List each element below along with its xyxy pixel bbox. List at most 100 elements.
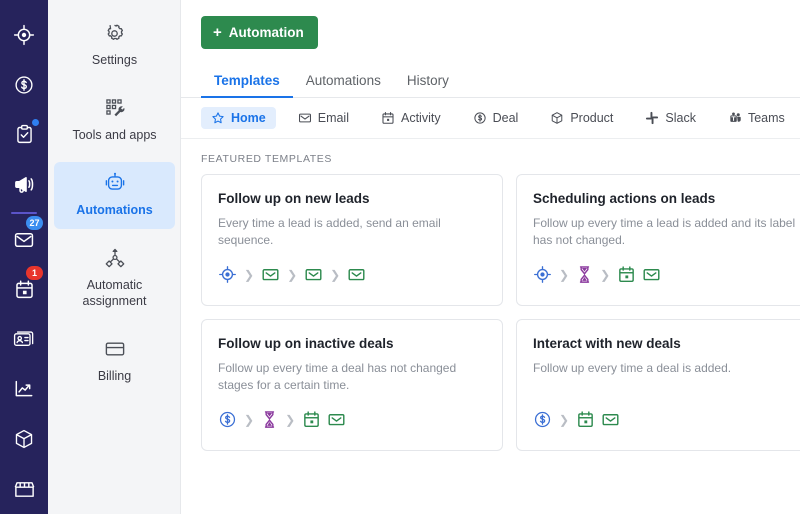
chip-label: Email [317, 111, 349, 125]
template-card-grid: Follow up on new leads Every time a lead… [181, 174, 800, 451]
calendar-small-icon [381, 111, 395, 125]
primary-nav-rail: 27 1 [0, 0, 48, 514]
card-title: Interact with new deals [533, 336, 681, 351]
sidebar-item-automations[interactable]: Automations [54, 162, 175, 229]
chevron-right-icon: ❯ [244, 412, 255, 427]
sidebar-item-automatic-assignment[interactable]: Automatic assignment [54, 237, 175, 320]
featured-templates-label: FEATURED TEMPLATES [201, 153, 332, 165]
card-title: Follow up on new leads [218, 191, 370, 206]
card-description: Follow up every time a lead is added and… [533, 216, 796, 247]
tab-automations[interactable]: Automations [293, 67, 394, 98]
chip-slack[interactable]: Slack [635, 107, 706, 129]
card-flow: ❯ ❯ [533, 265, 800, 284]
template-card[interactable]: Follow up on new leads Every time a lead… [201, 174, 503, 306]
sidebar-item-label: Tools and apps [72, 128, 157, 142]
rail-item-marketplace[interactable] [0, 464, 48, 514]
rail-item-target[interactable] [0, 10, 48, 60]
card-flow: ❯ [533, 410, 800, 429]
secondary-sidebar: Settings Tools and apps Automations Auto… [48, 0, 181, 514]
calendar-count-badge: 1 [26, 265, 43, 280]
card-flow: ❯ ❯ ❯ [218, 265, 486, 284]
chip-email[interactable]: Email [288, 107, 359, 129]
calendar-step-icon [617, 265, 636, 284]
chip-product[interactable]: Product [540, 107, 623, 129]
chip-label: Home [231, 111, 266, 125]
star-icon [211, 111, 225, 125]
rail-item-calendar[interactable]: 1 [0, 265, 48, 315]
sidebar-item-label: Settings [91, 53, 138, 67]
contact-card-icon [13, 328, 36, 351]
chip-label: Teams [747, 111, 785, 125]
card-description: Follow up every time a deal is added. [533, 361, 732, 375]
sidebar-item-settings[interactable]: Settings [54, 12, 175, 79]
sidebar-item-label: Automations [76, 203, 153, 217]
target-step-icon [218, 265, 237, 284]
category-filter-bar: Home Email Activity Deal Product Slack T… [181, 98, 800, 139]
app-root: 27 1 Settings Tools and apps Automations… [0, 0, 800, 514]
sidebar-item-tools-and-apps[interactable]: Tools and apps [54, 87, 175, 154]
chip-activity[interactable]: Activity [371, 107, 451, 129]
chevron-right-icon: ❯ [244, 267, 255, 282]
rail-item-products[interactable] [0, 414, 48, 464]
calendar-step-icon [302, 410, 321, 429]
rail-item-analytics[interactable] [0, 365, 48, 415]
rail-item-tasks[interactable] [0, 110, 48, 160]
chevron-right-icon: ❯ [287, 267, 298, 282]
mail-step-icon [261, 265, 280, 284]
tab-bar: Templates Automations History [181, 67, 800, 98]
hourglass-step-icon [576, 265, 593, 284]
dollar-step-icon [533, 410, 552, 429]
chevron-right-icon: ❯ [559, 412, 570, 427]
sidebar-item-label: Billing [97, 369, 132, 383]
rail-item-contacts[interactable] [0, 315, 48, 365]
teams-icon [728, 111, 742, 125]
calendar-icon [14, 279, 35, 300]
dollar-circle-icon [13, 74, 35, 96]
chip-label: Slack [665, 111, 696, 125]
rail-item-deals[interactable] [0, 60, 48, 110]
envelope-icon [298, 111, 312, 125]
template-card[interactable]: Scheduling actions on leads Follow up ev… [516, 174, 800, 306]
credit-card-icon [104, 337, 126, 361]
slack-icon [645, 111, 659, 125]
dollar-circle-small-icon [473, 111, 487, 125]
chevron-right-icon: ❯ [330, 267, 341, 282]
toolbar: + Automation [181, 0, 800, 49]
card-flow: ❯ ❯ [218, 410, 486, 429]
chip-deal[interactable]: Deal [463, 107, 529, 129]
hourglass-step-icon [261, 410, 278, 429]
mail-step-icon [327, 410, 346, 429]
chevron-right-icon: ❯ [285, 412, 296, 427]
assignment-icon [104, 246, 126, 270]
card-description: Every time a lead is added, send an emai… [218, 216, 441, 247]
chip-teams[interactable]: Teams [718, 107, 795, 129]
chip-label: Activity [401, 111, 441, 125]
rail-item-campaigns[interactable] [0, 159, 48, 209]
template-card[interactable]: Follow up on inactive deals Follow up ev… [201, 319, 503, 451]
add-automation-button[interactable]: + Automation [201, 16, 318, 49]
card-title: Follow up on inactive deals [218, 336, 394, 351]
sidebar-item-billing[interactable]: Billing [54, 328, 175, 395]
rail-item-mail[interactable]: 27 [0, 215, 48, 265]
card-title: Scheduling actions on leads [533, 191, 716, 206]
mail-icon [13, 229, 35, 251]
target-icon [13, 24, 35, 46]
gear-icon [104, 21, 125, 45]
robot-icon [104, 171, 126, 195]
storefront-icon [13, 478, 36, 501]
package-icon [550, 111, 564, 125]
chip-home[interactable]: Home [201, 107, 276, 129]
target-step-icon [533, 265, 552, 284]
rail-divider [11, 212, 37, 215]
tab-history[interactable]: History [394, 67, 462, 98]
megaphone-icon [13, 173, 36, 196]
add-automation-label: Automation [228, 25, 304, 40]
chevron-right-icon: ❯ [559, 267, 570, 282]
main-content: + Automation Templates Automations Histo… [181, 0, 800, 514]
mail-count-badge: 27 [26, 216, 43, 231]
calendar-step-icon [576, 410, 595, 429]
template-card[interactable]: Interact with new deals Follow up every … [516, 319, 800, 451]
mail-step-icon [642, 265, 661, 284]
tab-templates[interactable]: Templates [201, 67, 293, 98]
chevron-right-icon: ❯ [600, 267, 611, 282]
